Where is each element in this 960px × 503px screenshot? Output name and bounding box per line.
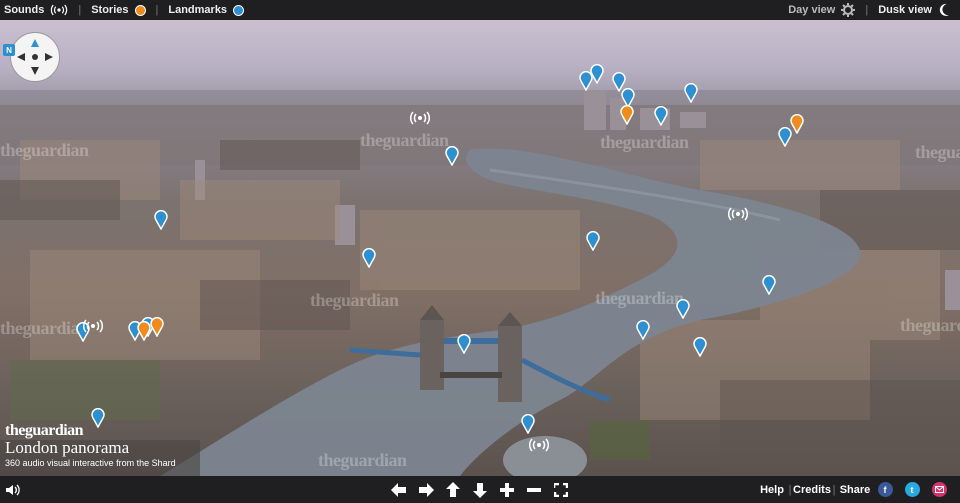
page-subtitle: 360 audio visual interactive from the Sh… <box>5 458 176 468</box>
bottom-bar: Help | Credits | Share f t <box>0 476 960 503</box>
pan-right-button[interactable] <box>416 476 436 503</box>
north-badge: N <box>3 44 15 56</box>
story-pin[interactable] <box>150 317 164 337</box>
pan-left-button[interactable] <box>389 476 409 503</box>
panorama-view[interactable]: theguardian theguardian theguardian theg… <box>0 20 960 476</box>
landmark-dot-icon <box>233 4 245 16</box>
day-view-button[interactable]: Day view <box>788 0 856 20</box>
compass-icon <box>17 39 53 75</box>
divider: | <box>832 483 836 496</box>
landmark-pin[interactable] <box>445 146 459 166</box>
sound-marker-icon[interactable] <box>409 111 431 125</box>
sounds-toggle[interactable]: Sounds <box>4 0 68 20</box>
watermark: theguardian <box>0 140 89 160</box>
watermark: theguardian <box>595 288 684 308</box>
landmarks-label: Landmarks <box>168 4 228 16</box>
pan-down-button[interactable] <box>470 476 490 503</box>
landmark-pin[interactable] <box>676 299 690 319</box>
zoom-out-button[interactable] <box>524 476 544 503</box>
zoom-out-icon <box>527 487 541 492</box>
watermark: theguardian <box>600 132 689 152</box>
guardian-logo: theguardian <box>5 422 84 439</box>
watermark: theguardian <box>318 450 407 470</box>
divider: | <box>78 4 82 16</box>
speaker-icon <box>6 484 20 495</box>
twitter-share-button[interactable]: t <box>903 476 921 503</box>
story-pin[interactable] <box>620 105 634 125</box>
panorama-scene <box>0 90 960 476</box>
branding: theguardian London panorama 360 audio vi… <box>5 423 176 470</box>
share-label: Share <box>839 483 871 496</box>
sounds-label: Sounds <box>4 4 45 16</box>
email-icon <box>931 482 947 497</box>
help-link[interactable]: Help <box>758 476 786 503</box>
arrow-down-icon <box>473 482 487 498</box>
sound-marker-icon[interactable] <box>82 319 104 333</box>
divider: | <box>865 4 869 16</box>
top-bar: Sounds | Stories | Landmarks Day view | … <box>0 0 960 20</box>
day-view-label: Day view <box>788 4 836 16</box>
facebook-icon: f <box>877 482 893 497</box>
landmark-pin[interactable] <box>654 106 668 126</box>
sound-waves-icon <box>51 4 68 16</box>
arrow-left-icon <box>391 482 406 497</box>
landmark-pin[interactable] <box>362 248 376 268</box>
compass-navigator[interactable] <box>10 32 60 82</box>
story-dot-icon <box>134 4 146 16</box>
landmark-pin[interactable] <box>693 337 707 357</box>
pan-up-button[interactable] <box>443 476 463 503</box>
landmark-pin[interactable] <box>636 320 650 340</box>
page-title: London panorama <box>5 438 130 457</box>
landmark-pin[interactable] <box>521 414 535 434</box>
watermark: theguardian <box>900 315 960 335</box>
landmark-pin[interactable] <box>684 83 698 103</box>
divider: | <box>155 4 159 16</box>
landmark-pin[interactable] <box>590 64 604 84</box>
watermark: theguardian <box>310 290 399 310</box>
fullscreen-button[interactable] <box>551 476 571 503</box>
dusk-view-button[interactable]: Dusk view <box>878 0 950 20</box>
sound-marker-icon[interactable] <box>727 207 749 221</box>
story-pin[interactable] <box>137 321 151 341</box>
moon-icon <box>939 3 949 16</box>
sun-gear-icon <box>841 3 856 17</box>
stories-label: Stories <box>91 4 129 16</box>
landmark-pin[interactable] <box>457 334 471 354</box>
stories-toggle[interactable]: Stories <box>91 0 146 20</box>
landmark-pin[interactable] <box>762 275 776 295</box>
landmarks-toggle[interactable]: Landmarks <box>168 0 245 20</box>
email-share-button[interactable] <box>930 476 948 503</box>
volume-button[interactable] <box>4 476 22 503</box>
dusk-view-label: Dusk view <box>878 4 932 16</box>
watermark: theguardian <box>915 142 960 162</box>
zoom-in-button[interactable] <box>497 476 517 503</box>
credits-link[interactable]: Credits <box>793 476 831 503</box>
sound-marker-icon[interactable] <box>528 438 550 452</box>
story-pin[interactable] <box>790 114 804 134</box>
facebook-share-button[interactable]: f <box>876 476 894 503</box>
zoom-in-icon <box>500 482 514 497</box>
landmark-pin[interactable] <box>154 210 168 230</box>
landmark-pin[interactable] <box>586 231 600 251</box>
arrow-right-icon <box>419 482 434 497</box>
watermark: theguardian <box>360 130 449 150</box>
twitter-icon: t <box>904 482 920 497</box>
fullscreen-icon <box>554 482 568 497</box>
arrow-up-icon <box>446 481 460 497</box>
